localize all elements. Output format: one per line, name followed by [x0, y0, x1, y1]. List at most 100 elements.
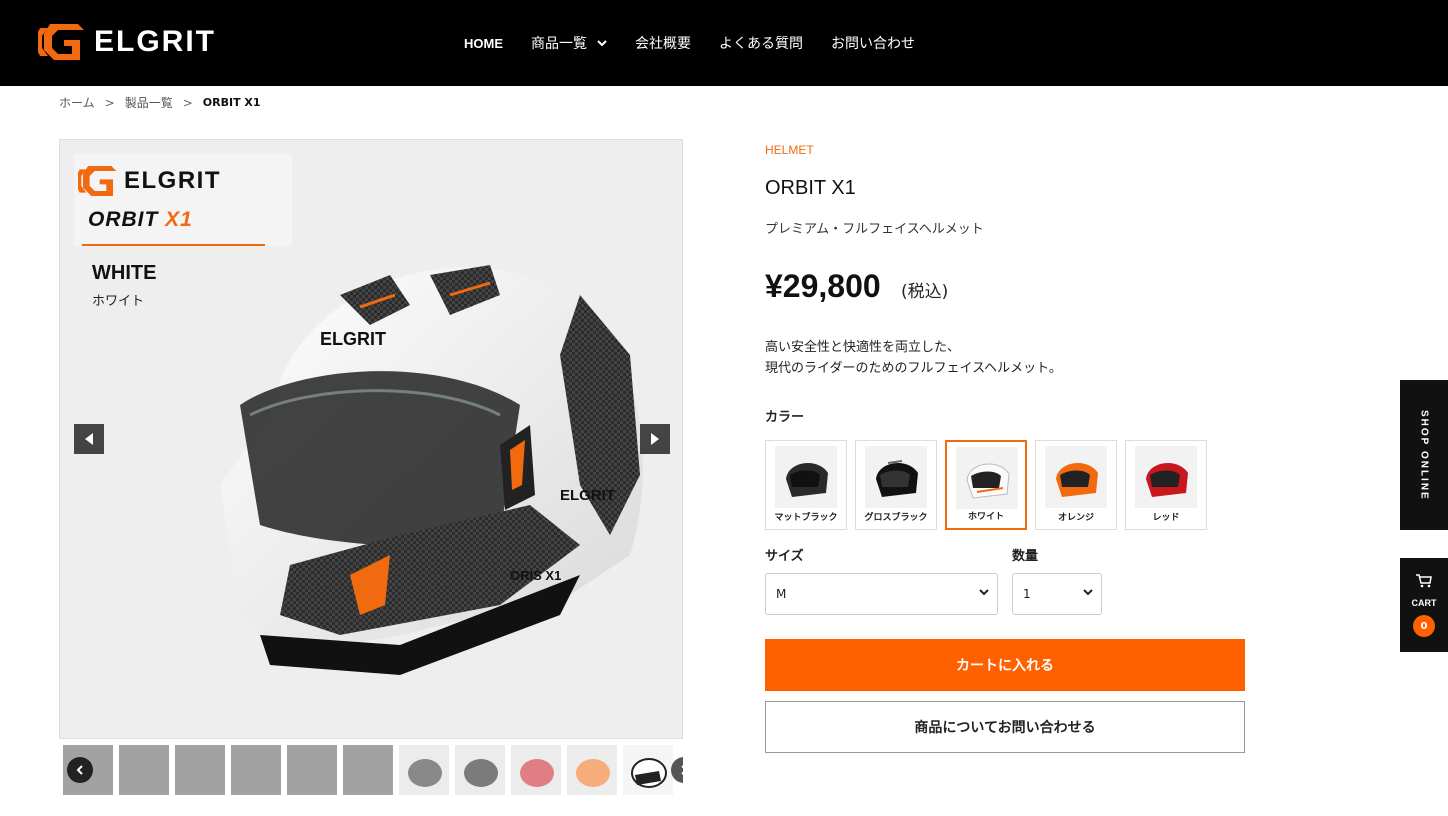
swatch-image	[865, 446, 927, 508]
image-color-ja: ホワイト	[92, 294, 145, 309]
image-model-base: ORBIT	[88, 208, 159, 231]
caret-left-icon	[85, 433, 93, 445]
swatch-image	[956, 447, 1018, 509]
helmet-thumbnail-icon	[876, 460, 918, 497]
gallery-prev-button[interactable]	[74, 424, 104, 454]
shop-online-tab[interactable]: SHOP ONLINE	[1400, 380, 1448, 530]
thumbnail[interactable]	[511, 745, 561, 795]
breadcrumb: ホーム > 製品一覧 > ORBIT X1	[59, 94, 261, 111]
image-model-suffix: X1	[165, 208, 193, 231]
logo-text: ELGRIT	[94, 25, 216, 58]
size-select[interactable]: M	[765, 573, 998, 615]
thumbnail[interactable]	[455, 745, 505, 795]
chevron-down-icon	[597, 39, 607, 46]
chevron-down-icon	[979, 589, 989, 596]
nav-products-label: 商品一覧	[531, 36, 587, 52]
product-price: ¥29,800	[765, 268, 881, 304]
quantity-select[interactable]: 1	[1012, 573, 1102, 615]
image-logo: ELGRIT	[78, 164, 221, 198]
product-main-image: ELGRIT ORBIT X1 WHITE ホワイト ELGRIT ELGRIT…	[59, 139, 683, 739]
product-description: 高い安全性と快適性を両立した、 現代のライダーのためのフルフェイスヘルメット。	[765, 337, 1062, 379]
breadcrumb-home[interactable]: ホーム	[59, 94, 95, 111]
shop-online-label: SHOP ONLINE	[1418, 409, 1430, 501]
site-logo[interactable]: ELGRIT	[38, 22, 216, 62]
elgrit-logo-icon	[78, 166, 117, 196]
cart-count-badge: 0	[1413, 615, 1435, 637]
color-label: カラー	[765, 410, 805, 425]
site-header: ELGRIT HOME 商品一覧 会社概要 よくある質問 お問い合わせ	[0, 0, 1448, 86]
helmet-model-text: ORIS X1	[510, 568, 561, 583]
quantity-select-value: 1	[1023, 587, 1031, 601]
breadcrumb-products[interactable]: 製品一覧	[125, 94, 173, 111]
gallery-next-button[interactable]	[640, 424, 670, 454]
color-swatch-gloss-black[interactable]: グロスブラック	[855, 440, 937, 530]
product-inquiry-button[interactable]: 商品についてお問い合わせる	[765, 701, 1245, 753]
helmet-thumbnail-icon	[464, 759, 498, 787]
breadcrumb-separator: >	[182, 95, 193, 110]
main-nav: HOME 商品一覧 会社概要 よくある質問 お問い合わせ	[464, 33, 915, 53]
swatch-label: ホワイト	[967, 512, 1004, 522]
thumbnail[interactable]	[175, 745, 225, 795]
helmet-thumbnail-icon	[631, 758, 667, 788]
swatch-label: グロスブラック	[864, 513, 928, 523]
chevron-down-icon	[1083, 589, 1093, 596]
size-select-value: M	[776, 587, 787, 601]
thumbnail-active[interactable]	[623, 745, 673, 795]
quantity-label: 数量	[1012, 549, 1039, 564]
product-subtitle: プレミアム・フルフェイスヘルメット	[765, 222, 984, 237]
thumbnail[interactable]	[231, 745, 281, 795]
breadcrumb-current: ORBIT X1	[202, 96, 261, 109]
add-to-cart-button[interactable]: カートに入れる	[765, 639, 1245, 691]
price-tax-note: (税込)	[901, 282, 949, 302]
color-swatch-orange[interactable]: オレンジ	[1035, 440, 1117, 530]
chevron-right-icon	[681, 765, 683, 775]
helmet-image: ELGRIT ELGRIT ORIS X1	[220, 265, 644, 675]
breadcrumb-separator: >	[104, 95, 115, 110]
nav-home[interactable]: HOME	[464, 36, 503, 51]
thumbnail[interactable]	[567, 745, 617, 795]
swatch-image	[1045, 446, 1107, 508]
product-category: HELMET	[765, 143, 814, 157]
helmet-side-logo-text: ELGRIT	[560, 487, 615, 504]
swatch-image	[775, 446, 837, 508]
thumbnail[interactable]	[287, 745, 337, 795]
thumbnail-strip	[59, 745, 683, 795]
thumbnail[interactable]	[343, 745, 393, 795]
helmet-thumbnail-icon	[576, 759, 610, 787]
color-swatch-white[interactable]: ホワイト	[945, 440, 1027, 530]
thumbnail-prev-button[interactable]	[67, 757, 93, 783]
helmet-thumbnail-icon	[408, 759, 442, 787]
helmet-logo-text: ELGRIT	[320, 329, 386, 349]
color-swatch-red[interactable]: レッド	[1125, 440, 1207, 530]
elgrit-logo-icon	[38, 24, 84, 60]
helmet-thumbnail-icon	[1056, 462, 1098, 497]
description-line: 高い安全性と快適性を両立した、	[765, 340, 961, 355]
image-logo-text: ELGRIT	[124, 167, 221, 194]
helmet-thumbnail-icon	[520, 759, 554, 787]
thumbnail[interactable]	[119, 745, 169, 795]
cart-tab[interactable]: CART 0	[1400, 558, 1448, 652]
nav-company[interactable]: 会社概要	[635, 33, 691, 53]
swatch-label: オレンジ	[1057, 513, 1094, 523]
color-swatch-matte-black[interactable]: マットブラック	[765, 440, 847, 530]
product-title: ORBIT X1	[765, 177, 856, 199]
nav-products[interactable]: 商品一覧	[531, 33, 607, 53]
description-line: 現代のライダーのためのフルフェイスヘルメット。	[765, 361, 1062, 376]
helmet-thumbnail-icon	[786, 462, 828, 497]
swatch-label: レッド	[1152, 513, 1180, 523]
caret-right-icon	[651, 433, 659, 445]
cart-label: CART	[1411, 598, 1437, 608]
nav-contact[interactable]: お問い合わせ	[831, 33, 915, 53]
swatch-image	[1135, 446, 1197, 508]
thumbnail[interactable]	[399, 745, 449, 795]
swatch-label: マットブラック	[774, 513, 838, 523]
image-color-en: WHITE	[92, 262, 157, 284]
chevron-left-icon	[76, 765, 83, 775]
image-model-name: ORBIT X1	[88, 208, 193, 232]
nav-faq[interactable]: よくある質問	[719, 33, 803, 53]
helmet-thumbnail-icon	[1146, 462, 1188, 497]
helmet-thumbnail-icon	[966, 463, 1010, 499]
size-label: サイズ	[765, 549, 804, 564]
color-swatches: マットブラック グロスブラック ホワイト オレンジ レッド	[765, 440, 1207, 530]
cart-icon	[1416, 574, 1432, 588]
